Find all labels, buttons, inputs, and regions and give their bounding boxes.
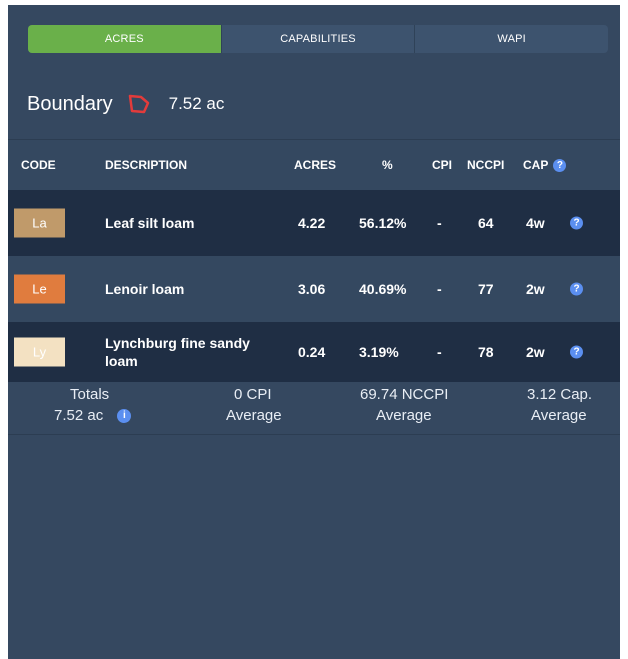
soil-cpi: -	[437, 281, 442, 297]
header-cap[interactable]: CAP ?	[523, 158, 567, 173]
soil-cap: 4w	[526, 215, 545, 231]
tab-wapi[interactable]: WAPI	[415, 25, 608, 53]
soil-description: Lenoir loam	[105, 281, 185, 297]
soil-percent: 56.12%	[359, 215, 407, 231]
soil-cpi: -	[437, 215, 442, 231]
table-row[interactable]: La Leaf silt loam 4.22 56.12% - 64 4w ?	[8, 190, 620, 256]
totals-label: Totals	[70, 386, 110, 403]
soil-nccpi: 78	[478, 344, 494, 360]
table-header: CODE DESCRIPTION ACRES % CPI NCCPI CAP ?	[8, 139, 620, 190]
totals-acres-group: 7.52 ac i	[54, 407, 132, 424]
soil-acres: 4.22	[298, 215, 326, 231]
header-description[interactable]: DESCRIPTION	[105, 158, 187, 172]
row-help-icon[interactable]: ?	[570, 216, 583, 230]
totals-nccpi: 69.74 NCCPI	[360, 386, 449, 403]
soil-acres: 3.06	[298, 281, 326, 297]
soil-description: Lynchburg fine sandy loam	[105, 335, 250, 369]
totals-cap: 3.12 Cap.	[527, 386, 593, 403]
cap-help-icon[interactable]: ?	[553, 159, 567, 173]
soil-acres: 0.24	[298, 344, 326, 360]
header-percent[interactable]: %	[382, 158, 393, 172]
table-row[interactable]: Ly Lynchburg fine sandy loam 0.24 3.19% …	[8, 322, 620, 382]
header-cap-label: CAP	[523, 158, 549, 172]
soil-percent: 3.19%	[359, 344, 399, 360]
totals-cpi-sub: Average	[226, 407, 282, 424]
row-help-icon[interactable]: ?	[570, 345, 583, 359]
tab-capabilities[interactable]: CAPABILITIES	[222, 25, 416, 53]
totals-cpi: 0 CPI	[234, 386, 272, 403]
soil-cpi: -	[437, 344, 442, 360]
soil-code-badge: La	[14, 208, 65, 238]
totals-nccpi-sub: Average	[376, 407, 432, 424]
soil-cap: 2w	[526, 281, 545, 297]
boundary-acres: 7.52 ac	[168, 94, 225, 113]
soil-cap: 2w	[526, 344, 545, 360]
soil-percent: 40.69%	[359, 281, 407, 297]
table-row[interactable]: Le Lenoir loam 3.06 40.69% - 77 2w ?	[8, 256, 620, 322]
soils-panel: ACRES CAPABILITIES WAPI Boundary 7.52 ac…	[8, 5, 620, 659]
boundary-title: Boundary	[27, 92, 113, 115]
row-help-icon[interactable]: ?	[570, 282, 583, 296]
totals-row: Totals 7.52 ac i 0 CPI Average 69.74 NCC…	[8, 382, 620, 435]
tab-acres[interactable]: ACRES	[28, 25, 222, 53]
boundary-shape-icon	[127, 93, 151, 115]
soil-nccpi: 77	[478, 281, 494, 297]
soil-code-badge: Le	[14, 274, 65, 304]
soil-description: Leaf silt loam	[105, 215, 195, 231]
totals-cap-sub: Average	[531, 407, 587, 424]
header-code[interactable]: CODE	[21, 158, 56, 172]
totals-acres: 7.52 ac	[54, 407, 104, 424]
tab-bar: ACRES CAPABILITIES WAPI	[28, 25, 608, 53]
soil-code-badge: Ly	[14, 337, 65, 367]
soil-nccpi: 64	[478, 215, 494, 231]
header-nccpi[interactable]: NCCPI	[467, 158, 504, 172]
header-acres[interactable]: ACRES	[294, 158, 336, 172]
info-icon[interactable]: i	[117, 409, 132, 424]
boundary-header: Boundary 7.52 ac	[27, 85, 224, 123]
header-cpi[interactable]: CPI	[432, 158, 452, 172]
